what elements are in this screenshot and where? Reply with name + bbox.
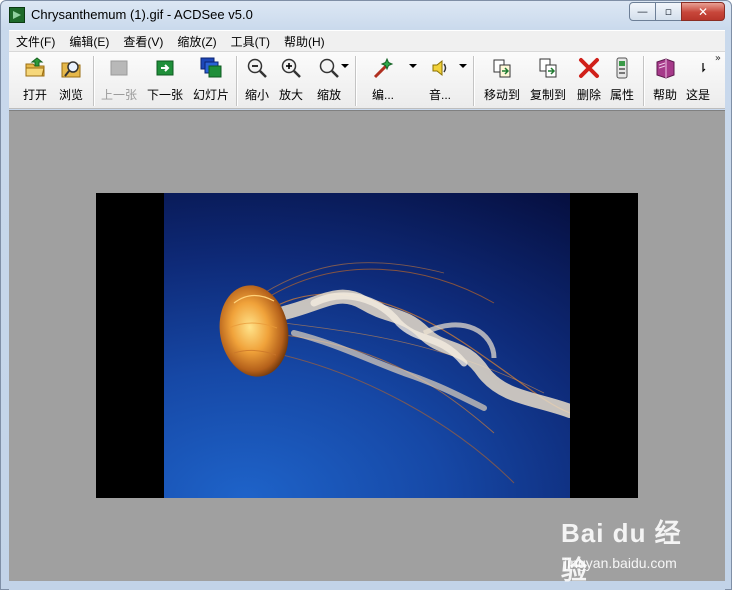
- maximize-button[interactable]: ▫: [655, 2, 682, 21]
- whats-this-label: 这是: [685, 88, 710, 102]
- open-button[interactable]: 打开: [15, 57, 55, 105]
- delete-label: 删除: [576, 88, 601, 102]
- slideshow-button[interactable]: 幻灯片: [190, 57, 232, 105]
- acdsee-app-icon[interactable]: [9, 7, 25, 23]
- edit-dropdown-icon[interactable]: [409, 64, 417, 68]
- delete-x-icon: [578, 57, 600, 79]
- browse-button[interactable]: 浏览: [53, 57, 89, 105]
- zoom-in-label: 放大: [278, 88, 303, 102]
- toolbar-separator: [93, 56, 95, 106]
- acdsee-window: Chrysanthemum (1).gif - ACDSee v5.0 — ▫ …: [0, 0, 732, 590]
- audio-dropdown-icon[interactable]: [459, 64, 467, 68]
- menu-view[interactable]: 查看(V): [116, 33, 170, 50]
- audio-button[interactable]: 音...: [423, 57, 457, 105]
- properties-button[interactable]: 属性: [607, 57, 637, 105]
- image-viewer-pane[interactable]: [9, 110, 725, 581]
- zoom-in-icon: [280, 57, 302, 79]
- menu-tools[interactable]: 工具(T): [224, 33, 277, 50]
- move-to-label: 移动到: [483, 88, 520, 102]
- copy-to-icon: [537, 57, 559, 79]
- toolbar-separator: [643, 56, 645, 106]
- whats-this-pointer-icon: [687, 57, 709, 79]
- browse-icon: [60, 57, 82, 79]
- next-image-icon: [154, 57, 176, 79]
- minimize-icon: —: [637, 5, 648, 18]
- zoom-out-icon: [246, 57, 268, 79]
- properties-label: 属性: [609, 88, 634, 102]
- zoom-icon: [318, 57, 340, 79]
- previous-label: 上一张: [100, 88, 137, 102]
- toolbar: 打开 浏览 上一张 下一张 幻灯片 缩小 放大 缩放 编... 音... 移动到…: [9, 51, 725, 109]
- slideshow-label: 幻灯片: [192, 88, 229, 102]
- toolbar-overflow-chevron-icon[interactable]: »: [715, 53, 721, 64]
- edit-label: 编...: [371, 88, 394, 102]
- jellyfish-illustration: [219, 262, 570, 484]
- zoom-in-button[interactable]: 放大: [275, 57, 307, 105]
- zoom-out-label: 缩小: [244, 88, 269, 102]
- image-canvas: [96, 193, 638, 498]
- help-book-icon: [654, 57, 676, 79]
- maximize-icon: ▫: [664, 5, 673, 18]
- help-label: 帮助: [652, 88, 677, 102]
- menu-help[interactable]: 帮助(H): [277, 33, 332, 50]
- magic-wand-icon: [372, 57, 394, 79]
- jellyfish-photo: [164, 193, 570, 498]
- baidu-jingyan-watermark: Bai du 经验 jingyan.baidu.com: [561, 513, 701, 585]
- speaker-icon: [429, 57, 451, 79]
- close-button[interactable]: ✕: [681, 2, 725, 21]
- next-label: 下一张: [146, 88, 183, 102]
- watermark-logo: Bai du 经验: [561, 518, 682, 585]
- menu-bar: 文件(F) 编辑(E) 查看(V) 缩放(Z) 工具(T) 帮助(H): [9, 30, 725, 51]
- delete-button[interactable]: 删除: [573, 57, 605, 105]
- minimize-button[interactable]: —: [629, 2, 656, 21]
- title-bar[interactable]: Chrysanthemum (1).gif - ACDSee v5.0 — ▫ …: [1, 1, 731, 29]
- toolbar-separator: [236, 56, 238, 106]
- close-icon: ✕: [697, 4, 709, 19]
- zoom-label: 缩放: [316, 88, 341, 102]
- window-title: Chrysanthemum (1).gif - ACDSee v5.0: [31, 7, 253, 22]
- window-controls: — ▫ ✕: [629, 2, 725, 21]
- copy-to-button[interactable]: 复制到: [527, 57, 569, 105]
- help-button[interactable]: 帮助: [649, 57, 681, 105]
- slideshow-icon: [200, 57, 222, 79]
- previous-button[interactable]: 上一张: [98, 57, 140, 105]
- toolbar-separator: [473, 56, 475, 106]
- previous-image-icon: [108, 57, 130, 79]
- edit-button[interactable]: 编...: [365, 57, 401, 105]
- browse-label: 浏览: [58, 88, 83, 102]
- whats-this-button[interactable]: 这是: [683, 57, 713, 105]
- properties-icon: [611, 57, 633, 79]
- menu-edit[interactable]: 编辑(E): [62, 33, 116, 50]
- open-label: 打开: [22, 88, 47, 102]
- zoom-dropdown-icon[interactable]: [341, 64, 349, 68]
- audio-label: 音...: [428, 88, 451, 102]
- watermark-url: jingyan.baidu.com: [564, 555, 677, 571]
- menu-zoom[interactable]: 缩放(Z): [170, 33, 223, 50]
- open-folder-icon: [24, 57, 46, 79]
- menu-file[interactable]: 文件(F): [9, 33, 62, 50]
- zoom-out-button[interactable]: 缩小: [241, 57, 273, 105]
- copy-to-label: 复制到: [529, 88, 566, 102]
- move-to-icon: [491, 57, 513, 79]
- toolbar-separator: [355, 56, 357, 106]
- move-to-button[interactable]: 移动到: [481, 57, 523, 105]
- next-button[interactable]: 下一张: [144, 57, 186, 105]
